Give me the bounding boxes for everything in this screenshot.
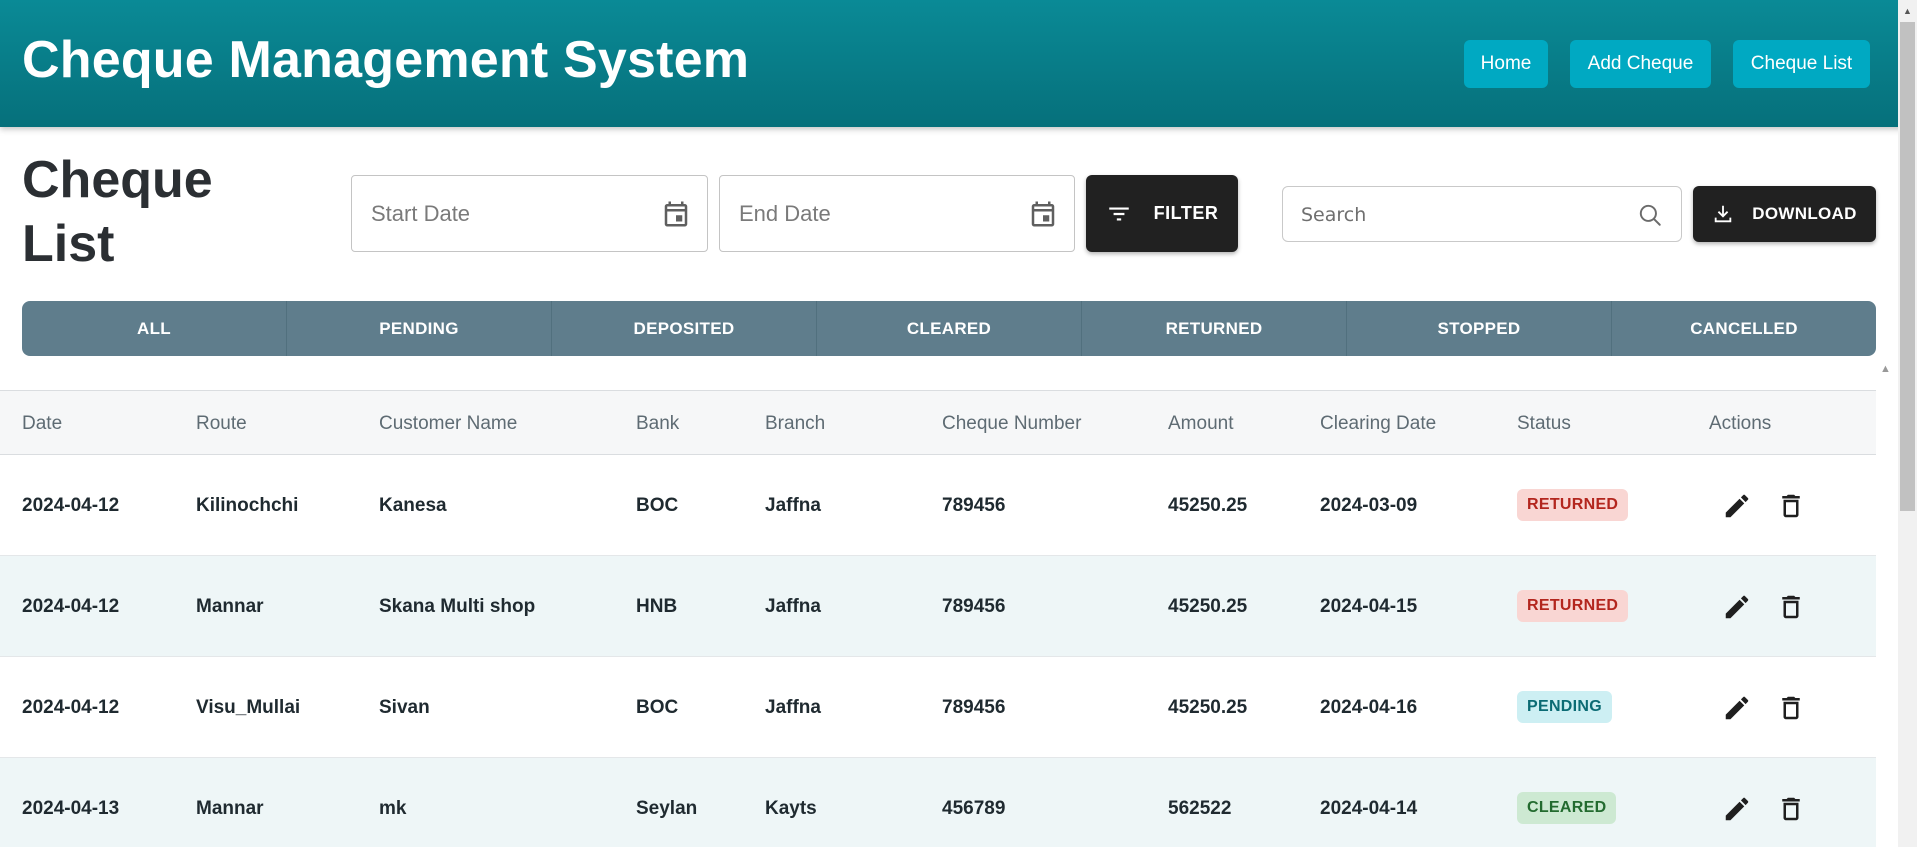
tab-deposited[interactable]: DEPOSITED [552,301,817,356]
download-button-label: DOWNLOAD [1752,204,1857,223]
tab-cancelled[interactable]: CANCELLED [1612,301,1876,356]
column-header-cheque-number: Cheque Number [942,413,1082,434]
cell-bank: HNB [636,596,678,617]
calendar-icon[interactable] [661,198,691,230]
download-icon [1715,205,1732,223]
cell-clearing-date: 2024-04-16 [1320,697,1418,718]
download-button[interactable]: DOWNLOAD [1693,186,1876,242]
pencil-icon[interactable] [1722,794,1752,824]
column-header-clearing-date: Clearing Date [1320,413,1437,434]
column-header-actions: Actions [1709,413,1772,434]
cell-bank: Seylan [636,798,698,819]
scroll-up-arrow-icon[interactable]: ▲ [1898,4,1917,18]
column-header-status: Status [1517,413,1571,434]
column-header-route: Route [196,413,247,434]
status-badge: RETURNED [1517,489,1629,521]
start-date-field[interactable]: Start Date [351,175,708,252]
cell-bank: BOC [636,495,679,516]
cell-cheque-number: 456789 [942,798,1006,819]
cell-branch: Jaffna [765,697,821,718]
app-title: Cheque Management System [22,31,750,89]
table-header: Date Route Customer Name Bank Branch Che… [0,390,1876,455]
status-badge: PENDING [1517,691,1612,723]
pencil-icon[interactable] [1722,592,1752,622]
table-row: 2024-04-12 Visu_Mullai Sivan BOC Jaffna … [0,657,1876,758]
column-header-branch: Branch [765,413,826,434]
calendar-icon[interactable] [1028,198,1058,230]
filter-button[interactable]: FILTER [1086,175,1238,252]
table-row: 2024-04-12 Kilinochchi Kanesa BOC Jaffna… [0,455,1876,556]
cell-clearing-date: 2024-04-15 [1320,596,1418,617]
nav-add-cheque-button[interactable]: Add Cheque [1570,40,1711,88]
page-scrollbar-thumb[interactable] [1900,22,1915,511]
table-row: 2024-04-12 Mannar Skana Multi shop HNB J… [0,556,1876,657]
cell-cheque-number: 789456 [942,596,1006,617]
start-date-placeholder: Start Date [371,201,471,226]
cell-branch: Jaffna [765,495,821,516]
tab-pending[interactable]: PENDING [287,301,552,356]
cell-amount: 562522 [1168,798,1232,819]
cell-cheque-number: 789456 [942,495,1006,516]
nav-home-button[interactable]: Home [1464,40,1548,88]
cell-date: 2024-04-12 [22,596,120,617]
filter-icon [1108,207,1129,220]
end-date-field[interactable]: End Date [719,175,1075,252]
cell-amount: 45250.25 [1168,596,1248,617]
end-date-placeholder: End Date [739,201,831,226]
search-input[interactable] [1301,201,1621,229]
cell-amount: 45250.25 [1168,495,1248,516]
search-box[interactable] [1282,186,1682,242]
tab-returned[interactable]: RETURNED [1082,301,1347,356]
column-header-customer-name: Customer Name [379,413,518,434]
table-scroll-up-arrow-icon[interactable]: ▲ [1880,363,1891,375]
cell-customer-name: mk [379,798,407,819]
tab-cleared[interactable]: CLEARED [817,301,1082,356]
cell-customer-name: Sivan [379,697,430,718]
cell-bank: BOC [636,697,679,718]
cell-branch: Kayts [765,798,817,819]
search-icon[interactable] [1637,202,1663,228]
app-header: Cheque Management System Home Add Cheque… [0,0,1917,127]
page-title: Cheque List [22,151,213,273]
cell-branch: Jaffna [765,596,821,617]
cell-clearing-date: 2024-03-09 [1320,495,1418,516]
tab-all[interactable]: ALL [22,301,287,356]
cell-customer-name: Skana Multi shop [379,596,536,617]
cell-date: 2024-04-12 [22,697,120,718]
pencil-icon[interactable] [1722,693,1752,723]
cell-date: 2024-04-13 [22,798,120,819]
cell-clearing-date: 2024-04-14 [1320,798,1418,819]
column-header-date: Date [22,413,63,434]
column-header-amount: Amount [1168,413,1234,434]
cell-route: Kilinochchi [196,495,299,516]
cell-cheque-number: 789456 [942,697,1006,718]
cell-route: Mannar [196,596,264,617]
cell-date: 2024-04-12 [22,495,120,516]
trash-icon[interactable] [1776,491,1806,521]
filter-button-label: FILTER [1153,203,1219,223]
pencil-icon[interactable] [1722,491,1752,521]
column-header-bank: Bank [636,413,680,434]
cell-customer-name: Kanesa [379,495,447,516]
status-badge: CLEARED [1517,792,1617,824]
cell-route: Visu_Mullai [196,697,301,718]
trash-icon[interactable] [1776,693,1806,723]
cell-route: Mannar [196,798,264,819]
status-badge: RETURNED [1517,590,1629,622]
cell-amount: 45250.25 [1168,697,1248,718]
table-row: 2024-04-13 Mannar mk Seylan Kayts 456789… [0,758,1876,847]
nav-cheque-list-button[interactable]: Cheque List [1733,40,1870,88]
trash-icon[interactable] [1776,592,1806,622]
status-tab-bar: ALL PENDING DEPOSITED CLEARED RETURNED S… [22,301,1876,356]
cheque-table: Date Route Customer Name Bank Branch Che… [0,390,1876,847]
trash-icon[interactable] [1776,794,1806,824]
tab-stopped[interactable]: STOPPED [1347,301,1612,356]
